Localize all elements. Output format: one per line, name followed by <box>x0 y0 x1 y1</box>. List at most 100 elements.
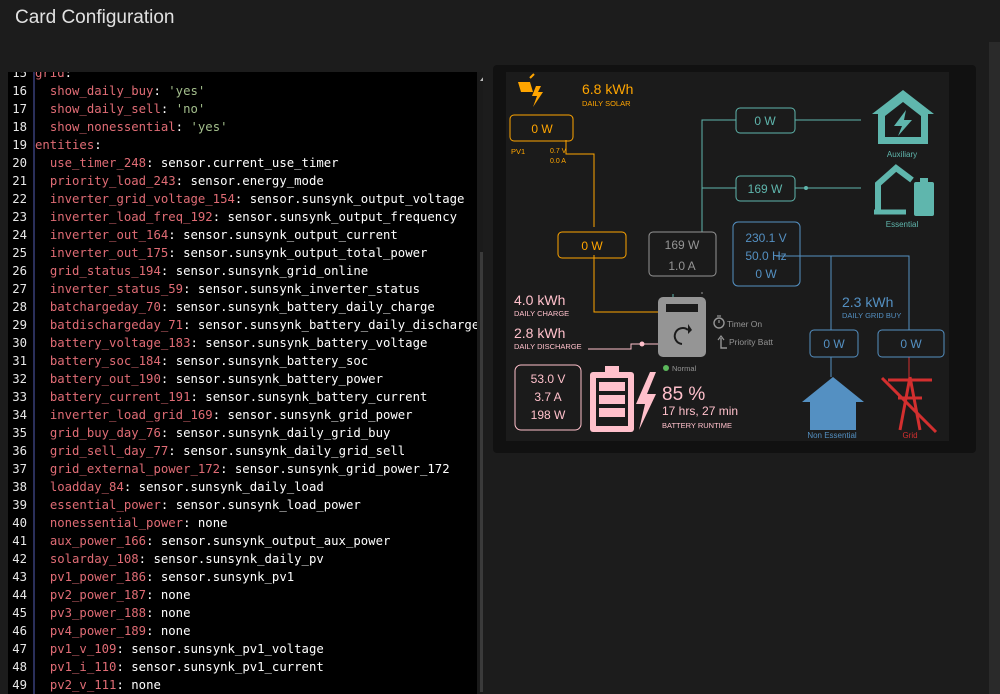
daily-grid-buy: 2.3 kWh <box>842 294 893 310</box>
pv1-power: 0 W <box>531 122 553 136</box>
line-number: 41 <box>12 534 27 548</box>
yaml-key: inverter_status_59 <box>49 282 184 296</box>
code-line[interactable]: 33 battery_current_191: sensor.sunsynk_b… <box>8 388 478 406</box>
scrollbar-thumb[interactable] <box>480 252 483 692</box>
yaml-separator: : <box>160 426 176 440</box>
code-line[interactable]: 28 batchargeday_70: sensor.sunsynk_batte… <box>8 298 478 316</box>
code-line[interactable]: 37 grid_external_power_172: sensor.sunsy… <box>8 460 478 478</box>
timer-status: Timer On <box>727 319 762 329</box>
code-line[interactable]: 43 pv1_power_186: sensor.sunsynk_pv1 <box>8 568 478 586</box>
line-number: 44 <box>12 588 27 602</box>
yaml-key: pv4_power_189 <box>49 624 147 638</box>
code-line[interactable]: 47 pv1_v_109: sensor.sunsynk_pv1_voltage <box>8 640 478 658</box>
code-line[interactable]: 30 battery_voltage_183: sensor.sunsynk_b… <box>8 334 478 352</box>
code-line[interactable]: 15 grid: <box>8 72 478 82</box>
yaml-value: sensor.sunsynk_battery_power <box>175 372 383 386</box>
code-text: grid_external_power_172: sensor.sunsynk_… <box>35 460 450 478</box>
line-number: 39 <box>12 498 27 512</box>
code-line[interactable]: 25 inverter_out_175: sensor.sunsynk_outp… <box>8 244 478 262</box>
code-line[interactable]: 24 inverter_out_164: sensor.sunsynk_outp… <box>8 226 478 244</box>
code-line[interactable]: 45 pv3_power_188: none <box>8 604 478 622</box>
yaml-value: sensor.sunsynk_battery_current <box>205 390 428 404</box>
line-number: 30 <box>12 336 27 350</box>
code-text: inverter_status_59: sensor.sunsynk_inver… <box>35 280 420 298</box>
yaml-separator: : <box>183 516 198 530</box>
line-number: 31 <box>12 354 27 368</box>
yaml-key: battery_out_190 <box>49 372 161 386</box>
battery-current: 3.7 A <box>534 390 561 404</box>
line-number: 48 <box>12 660 27 674</box>
code-text: batchargeday_70: sensor.sunsynk_battery_… <box>35 298 435 316</box>
code-line[interactable]: 46 pv4_power_189: none <box>8 622 478 640</box>
yaml-value: sensor.energy_mode <box>190 174 324 188</box>
code-line[interactable]: 19 entities: <box>8 136 478 154</box>
yaml-key: batdischargeday_71 <box>49 318 184 332</box>
yaml-key: pv3_power_188 <box>49 606 147 620</box>
code-line[interactable]: 49 pv2_v_111: none <box>8 676 478 694</box>
inverter-output-power: 0 W <box>755 267 777 281</box>
yaml-value: none <box>131 678 161 692</box>
yaml-separator: : <box>160 102 176 116</box>
code-line[interactable]: 34 inverter_load_grid_169: sensor.sunsyn… <box>8 406 478 424</box>
code-text: pv2_power_187: none <box>35 586 191 604</box>
code-line[interactable]: 17 show_daily_sell: 'no' <box>8 100 478 118</box>
yaml-key: grid_sell_day_77 <box>49 444 169 458</box>
yaml-code-editor[interactable]: 15 grid: 16 show_daily_buy: 'yes' 17 show_d… <box>8 72 483 694</box>
code-text: show_daily_sell: 'no' <box>35 100 206 118</box>
yaml-value: sensor.sunsynk_output_total_power <box>183 246 428 260</box>
yaml-key: inverter_load_grid_169 <box>49 408 213 422</box>
yaml-value: sensor.sunsynk_output_voltage <box>249 192 465 206</box>
code-line[interactable]: 26 grid_status_194: sensor.sunsynk_grid_… <box>8 262 478 280</box>
code-line[interactable]: 38 loadday_84: sensor.sunsynk_daily_load <box>8 478 478 496</box>
code-line[interactable]: 32 battery_out_190: sensor.sunsynk_batte… <box>8 370 478 388</box>
code-line[interactable]: 48 pv1_i_110: sensor.sunsynk_pv1_current <box>8 658 478 676</box>
yaml-value: sensor.sunsynk_grid_power <box>227 408 413 422</box>
yaml-key: loadday_84 <box>49 480 124 494</box>
yaml-value: sensor.sunsynk_daily_pv <box>153 552 324 566</box>
yaml-separator: : <box>146 606 161 620</box>
code-text: battery_out_190: sensor.sunsynk_battery_… <box>35 370 383 388</box>
yaml-key: grid <box>35 72 65 80</box>
yaml-separator: : <box>64 72 73 80</box>
code-text: essential_power: sensor.sunsynk_load_pow… <box>35 496 361 514</box>
code-line[interactable]: 16 show_daily_buy: 'yes' <box>8 82 478 100</box>
page-title: Card Configuration <box>15 7 175 28</box>
code-line[interactable]: 39 essential_power: sensor.sunsynk_load_… <box>8 496 478 514</box>
scroll-up-arrow-icon[interactable] <box>480 76 483 81</box>
code-text: aux_power_166: sensor.sunsynk_output_aux… <box>35 532 391 550</box>
code-line[interactable]: 40 nonessential_power: none <box>8 514 478 532</box>
top-bar: Card Configuration <box>0 0 1000 42</box>
yaml-separator: : <box>168 228 184 242</box>
line-number: 15 <box>12 72 27 80</box>
code-line[interactable]: 21 priority_load_243: sensor.energy_mode <box>8 172 478 190</box>
solar-to-inverter-line <box>593 255 658 313</box>
code-line[interactable]: 23 inverter_load_freq_192: sensor.sunsyn… <box>8 208 478 226</box>
yaml-value: 'no' <box>175 102 206 116</box>
code-line[interactable]: 31 battery_soc_184: sensor.sunsynk_batte… <box>8 352 478 370</box>
yaml-key: battery_voltage_183 <box>49 336 191 350</box>
code-line[interactable]: 27 inverter_status_59: sensor.sunsynk_in… <box>8 280 478 298</box>
code-line[interactable]: 20 use_timer_248: sensor.current_use_tim… <box>8 154 478 172</box>
code-line[interactable]: 22 inverter_grid_voltage_154: sensor.sun… <box>8 190 478 208</box>
yaml-value: sensor.sunsynk_daily_grid_sell <box>183 444 406 458</box>
code-line[interactable]: 35 grid_buy_day_76: sensor.sunsynk_daily… <box>8 424 478 442</box>
yaml-key: pv1_i_110 <box>49 660 117 674</box>
inverter-to-nonessential-line <box>776 255 832 330</box>
editor-scrollbar[interactable] <box>477 72 483 694</box>
code-line[interactable]: 29 batdischargeday_71: sensor.sunsynk_ba… <box>8 316 479 334</box>
code-line[interactable]: 36 grid_sell_day_77: sensor.sunsynk_dail… <box>8 442 478 460</box>
code-line[interactable]: 41 aux_power_166: sensor.sunsynk_output_… <box>8 532 478 550</box>
sunsynk-power-flow-card[interactable]: 6.8 kWh DAILY SOLAR 0 W PV1 0.7 V 0.0 A … <box>506 72 949 441</box>
line-number: 20 <box>12 156 27 170</box>
yaml-value: none <box>160 624 191 638</box>
code-line[interactable]: 44 pv2_power_187: none <box>8 586 478 604</box>
code-line[interactable]: 42 solarday_108: sensor.sunsynk_daily_pv <box>8 550 478 568</box>
code-line[interactable]: 18 show_nonessential: 'yes' <box>8 118 478 136</box>
